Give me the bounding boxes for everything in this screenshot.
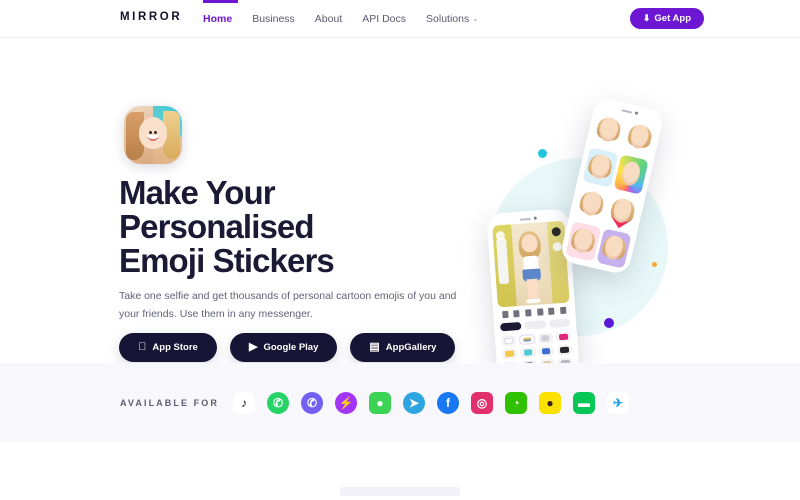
share-icon [552,241,562,252]
messenger-icon-row: ♪ ✆ ✆ ⚡ ● ➤ f ◎ ◔ ● ▬ ✈ [233,391,629,414]
download-icon: ⬇ [642,13,651,23]
wardrobe-item [537,332,554,344]
next-section-peek [340,487,460,496]
sticker-item [590,110,627,151]
sticker-item [582,147,618,188]
site-logo[interactable]: MIRROR [120,11,182,23]
page-root: MIRROR Home Business About API Docs Solu… [0,0,800,500]
available-for-label: AVAILABLE FOR [120,397,219,408]
app-icon-face [139,116,167,149]
viber-icon[interactable]: ✆ [301,391,323,414]
sticker-item [573,184,610,225]
editor-tab [548,318,571,328]
wardrobe-item [538,345,555,357]
wardrobe-grid [500,331,574,363]
app-icon-smile [147,135,159,142]
phone-notch-left [517,215,539,222]
site-header: MIRROR Home Business About API Docs Solu… [0,0,800,38]
wardrobe-item [539,358,556,363]
accent-dot-purple [604,318,614,328]
messenger-icon[interactable]: ⚡ [335,391,357,414]
wardrobe-item [556,344,573,356]
twitter-icon[interactable]: ✈ [607,391,629,414]
kakaotalk-icon[interactable]: ● [539,391,561,414]
wardrobe-item [501,348,518,360]
available-for-section: AVAILABLE FOR ♪ ✆ ✆ ⚡ ● ➤ f ◎ ◔ ● ▬ ✈ [0,363,800,442]
nav-item-business[interactable]: Business [252,13,295,25]
get-app-label: Get App [654,13,691,24]
hero-section: Make Your Personalised Emoji Stickers Ta… [0,38,800,363]
appgallery-button[interactable]: ▤ AppGallery [350,333,456,362]
editor-tab-active [500,321,522,332]
sticker-item [621,117,658,158]
phone-mockups [470,96,690,363]
editor-tab-row [500,318,571,332]
telegram-icon[interactable]: ➤ [403,391,425,414]
camera-icon [495,230,506,241]
mirror-app-icon [124,106,182,164]
app-store-button[interactable]:  App Store [119,333,217,362]
app-icon-eye-left [149,130,153,134]
accent-dot-cyan [538,149,547,158]
headline-line-1: Make Your [119,174,276,211]
get-app-button[interactable]: ⬇ Get App [629,8,704,29]
wardrobe-item [520,359,537,363]
wardrobe-item [520,346,536,359]
wardrobe-item [502,361,519,363]
headline-line-3: Emoji Stickers [119,241,335,279]
google-play-label: Google Play [263,342,319,353]
nav-item-solutions-label: Solutions [426,13,470,25]
main-navigation: Home Business About API Docs Solutions ⌄ [203,0,478,38]
nav-item-solutions[interactable]: Solutions ⌄ [426,13,478,25]
sticker-item [604,191,641,232]
wardrobe-item [519,334,536,346]
sticker-item [613,154,649,195]
google-play-icon: ▶ [249,341,258,353]
imessage-icon[interactable]: ● [369,391,391,414]
appgallery-icon: ▤ [369,341,380,353]
app-icon-eye-right [153,130,157,134]
nav-item-about[interactable]: About [315,13,342,25]
editor-tab [524,320,547,330]
wardrobe-item [557,357,574,363]
tiktok-icon[interactable]: ♪ [233,391,255,414]
store-button-row:  App Store ▶ Google Play ▤ AppGallery [119,333,456,362]
sticker-item [595,228,632,269]
nav-item-home[interactable]: Home [203,13,232,25]
settings-icon [551,226,561,237]
hero-subheading: Take one selfie and get thousands of per… [119,290,457,321]
app-store-label: App Store [148,342,197,353]
apple-icon:  [138,342,146,353]
appgallery-label: AppGallery [385,342,437,353]
wechat-icon[interactable]: ◔ [505,391,527,414]
whatsapp-icon[interactable]: ✆ [267,391,289,414]
google-play-button[interactable]: ▶ Google Play [230,333,338,362]
hero-headline: Make Your Personalised Emoji Stickers [119,174,335,279]
facebook-icon[interactable]: f [437,391,459,414]
accent-dot-orange-right [652,262,657,267]
line-icon[interactable]: ▬ [573,391,595,414]
wardrobe-item [500,335,517,347]
avatar-preview [492,220,570,308]
headline-line-2: Personalised [119,207,315,245]
instagram-icon[interactable]: ◎ [471,391,493,414]
nav-item-api-docs[interactable]: API Docs [362,13,406,25]
wardrobe-item [555,331,572,343]
editor-tool-row [499,306,569,319]
sticker-item [565,221,601,262]
chevron-down-icon: ⌄ [472,15,479,23]
